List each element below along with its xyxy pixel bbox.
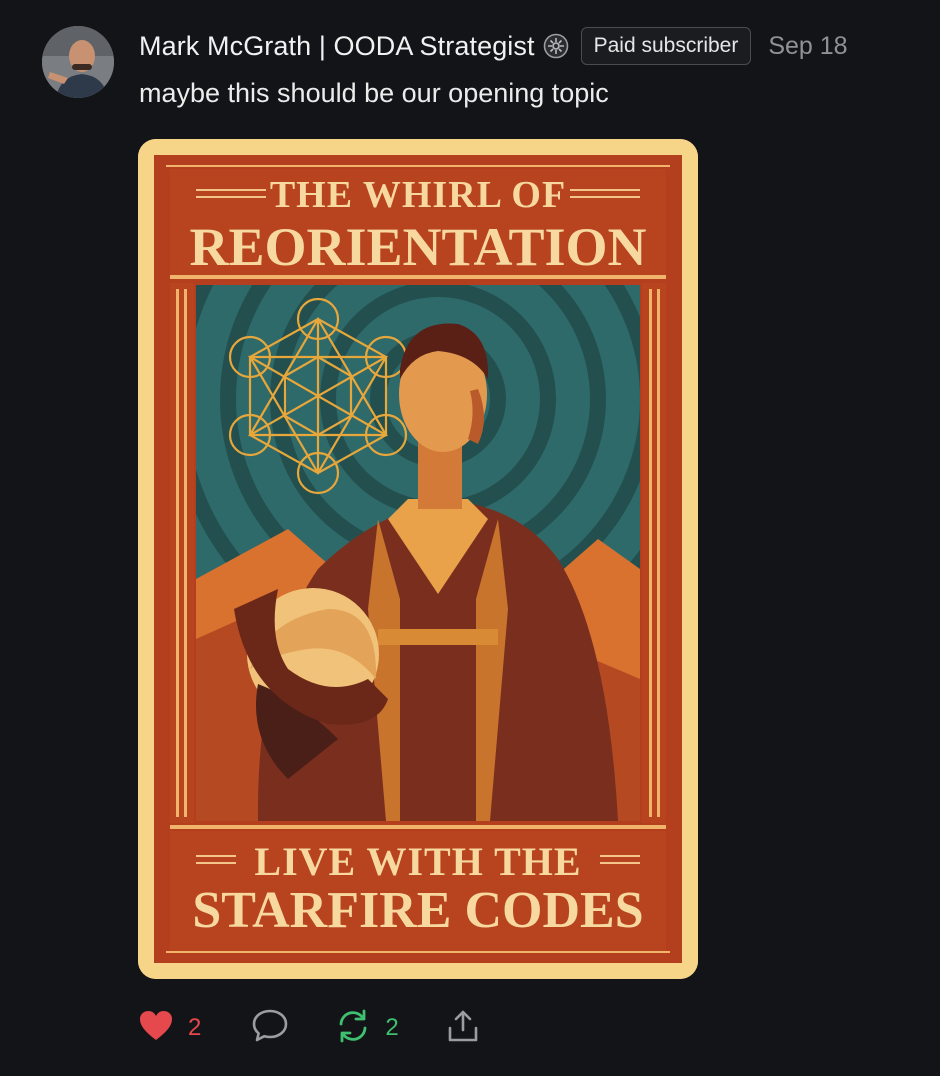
- comment-button[interactable]: [251, 1008, 289, 1049]
- post-header: Mark McGrath | OODA Strategist Paid subs…: [139, 26, 940, 66]
- like-count: 2: [188, 1014, 202, 1041]
- poster-title-top: THE WHIRL OF: [270, 174, 566, 216]
- author-avatar[interactable]: [42, 26, 114, 98]
- poster-footer-top: LIVE WITH THE: [254, 839, 581, 884]
- author-name[interactable]: Mark McGrath | OODA Strategist: [139, 31, 535, 62]
- post-date[interactable]: Sep 18: [768, 32, 847, 61]
- heart-icon: [138, 1009, 174, 1048]
- post-actions: 2 2: [138, 1006, 481, 1050]
- restack-count: 2: [385, 1014, 399, 1041]
- share-icon: [445, 1008, 481, 1049]
- post-text: maybe this should be our opening topic: [139, 78, 609, 108]
- restack-button[interactable]: 2: [335, 1008, 399, 1049]
- verified-icon: [543, 33, 569, 59]
- paid-subscriber-badge: Paid subscriber: [580, 27, 752, 65]
- poster-footer-main: STARFIRE CODES: [192, 882, 643, 939]
- restack-icon: [335, 1008, 371, 1049]
- like-button[interactable]: 2: [138, 1009, 201, 1048]
- comment-icon: [251, 1008, 289, 1049]
- poster-title-main: REORIENTATION: [189, 217, 646, 277]
- share-button[interactable]: [445, 1008, 481, 1049]
- post-image[interactable]: THE WHIRL OF REORIENTATION LIVE WITH THE…: [138, 139, 698, 979]
